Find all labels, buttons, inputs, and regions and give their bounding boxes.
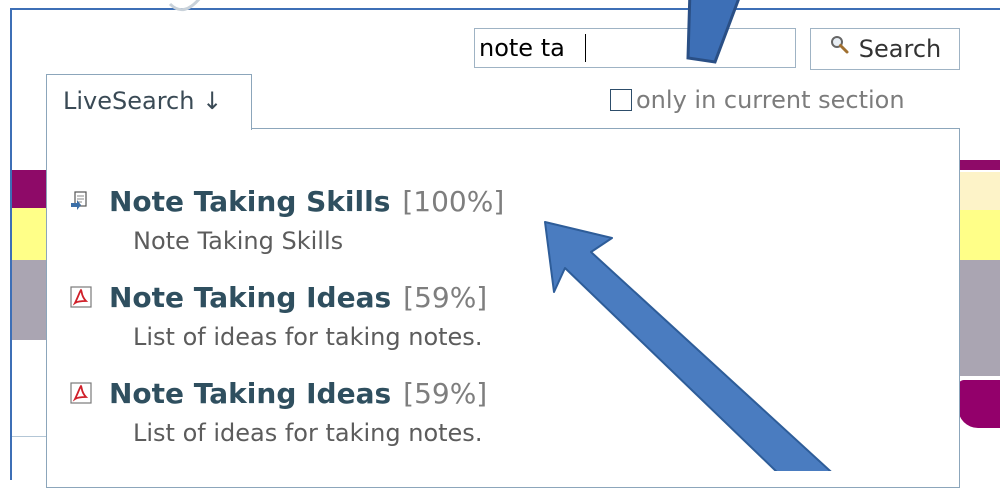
page-banner-right [958,172,1000,210]
result-item[interactable]: Note Taking Skills [100%] Note Taking Sk… [69,181,929,255]
result-item[interactable]: Note Taking Ideas [59%] List of ideas fo… [69,373,929,447]
search-button-label: Search [858,35,942,63]
current-section-option[interactable]: only in current section [610,86,905,114]
page-banner-right-top [958,160,1000,170]
document-icon [71,191,87,210]
page-block-right [958,260,1000,376]
search-input[interactable] [474,28,796,68]
page-stripe-right [958,210,1000,260]
text-caret [585,34,586,62]
result-description: List of ideas for taking notes. [133,323,483,351]
result-score: [59%] [403,376,488,410]
pdf-icon [70,382,92,404]
livesearch-tab[interactable]: LiveSearch ↓ [46,74,252,130]
search-icon [830,36,849,54]
result-title[interactable]: Note Taking Skills [109,185,390,218]
result-score: [59%] [403,280,488,314]
result-item[interactable]: Note Taking Ideas [59%] List of ideas fo… [69,277,929,351]
result-description: Note Taking Skills [133,227,344,255]
pdf-icon [70,286,92,308]
livesearch-tab-label: LiveSearch ↓ [63,87,223,115]
current-section-checkbox[interactable] [610,89,632,111]
current-section-label: only in current section [636,86,905,114]
result-title[interactable]: Note Taking Ideas [109,281,391,314]
result-score: [100%] [402,184,505,218]
page-divider-left [12,436,48,437]
result-title[interactable]: Note Taking Ideas [109,377,391,410]
livesearch-results: Note Taking Skills [100%] Note Taking Sk… [46,128,960,488]
page-tab-right [958,380,1000,428]
search-button[interactable]: Search [810,28,960,70]
result-description: List of ideas for taking notes. [133,419,483,447]
